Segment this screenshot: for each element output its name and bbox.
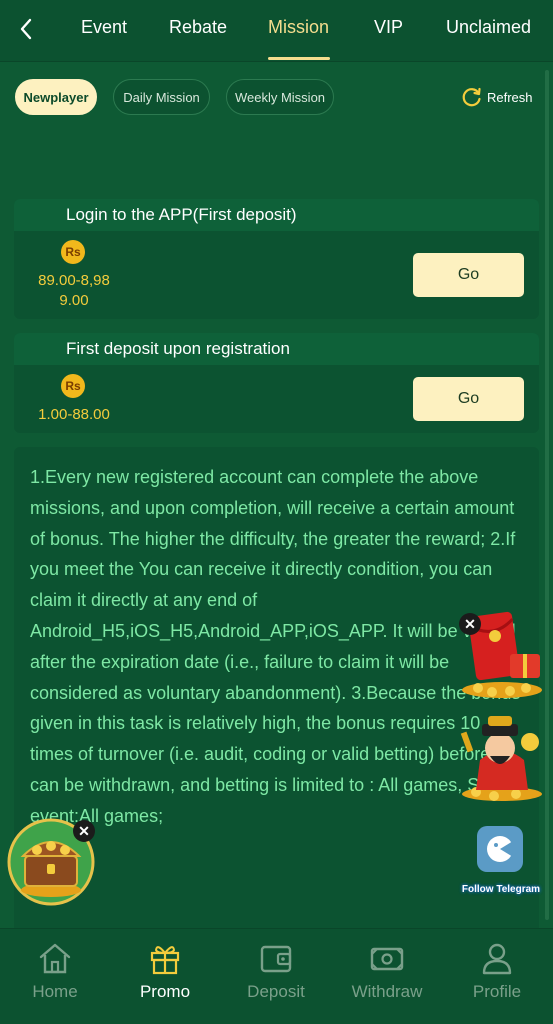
refresh-button[interactable]: Refresh: [461, 86, 533, 108]
tab-event[interactable]: Event: [81, 17, 127, 38]
refresh-label: Refresh: [487, 89, 533, 105]
rules-text: 1.Every new registered account can compl…: [30, 467, 521, 826]
close-icon[interactable]: ✕: [73, 820, 95, 842]
fortune-god-icon: [460, 716, 542, 801]
nav-deposit-label: Deposit: [247, 982, 305, 1001]
rupee-coin-icon: Rs: [61, 240, 85, 264]
refresh-icon: [462, 87, 481, 107]
chevron-left-icon: [20, 18, 32, 40]
nav-deposit[interactable]: Deposit: [221, 929, 331, 1024]
nav-profile[interactable]: Profile: [442, 929, 552, 1024]
tab-rebate[interactable]: Rebate: [169, 17, 227, 38]
gift-icon: [147, 941, 183, 975]
back-button[interactable]: [12, 14, 40, 44]
subtab-weekly-mission[interactable]: Weekly Mission: [226, 79, 334, 115]
reward-range-line2: 9.00: [59, 292, 89, 309]
mission-reward: 1.00-88.00: [38, 406, 110, 423]
subtab-daily-mission[interactable]: Daily Mission: [113, 79, 210, 115]
nav-withdraw[interactable]: Withdraw: [332, 929, 442, 1024]
follow-telegram-widget[interactable]: Follow Telegram: [460, 824, 542, 900]
telegram-icon: [477, 826, 523, 872]
user-icon: [479, 941, 515, 975]
nav-home[interactable]: Home: [0, 929, 110, 1024]
rupee-coin-icon: Rs: [61, 374, 85, 398]
tab-mission[interactable]: Mission: [268, 17, 329, 38]
cash-icon: [369, 941, 405, 975]
go-button[interactable]: Go: [413, 253, 524, 297]
telegram-label: Follow Telegram: [461, 884, 541, 895]
reward-range-line1: 89.00-8,98: [38, 272, 110, 289]
fortune-god-widget[interactable]: [458, 712, 546, 802]
bottom-nav: Home Promo Deposit Withdraw Profile: [0, 928, 553, 1024]
mission-card: First deposit upon registration Rs 1.00-…: [14, 333, 539, 433]
mission-title: Login to the APP(First deposit): [14, 199, 539, 231]
nav-profile-label: Profile: [472, 982, 522, 1001]
nav-promo[interactable]: Promo: [110, 929, 220, 1024]
wallet-icon: [258, 941, 294, 975]
mission-title: First deposit upon registration: [14, 333, 539, 365]
close-icon[interactable]: ✕: [459, 613, 481, 635]
subtab-newplayer[interactable]: Newplayer: [15, 79, 97, 115]
mission-reward: 89.00-8,98 9.00: [28, 271, 120, 311]
tab-unclaimed[interactable]: Unclaimed: [446, 17, 531, 38]
nav-withdraw-label: Withdraw: [351, 982, 423, 1001]
home-icon: [37, 941, 73, 975]
nav-promo-label: Promo: [139, 982, 191, 1001]
tab-vip[interactable]: VIP: [374, 17, 403, 38]
nav-home-label: Home: [32, 982, 78, 1001]
top-nav: Event Rebate Mission VIP Unclaimed: [0, 0, 553, 62]
go-button[interactable]: Go: [413, 377, 524, 421]
mission-card: Login to the APP(First deposit) Rs 89.00…: [14, 199, 539, 319]
active-tab-indicator: [268, 57, 330, 60]
